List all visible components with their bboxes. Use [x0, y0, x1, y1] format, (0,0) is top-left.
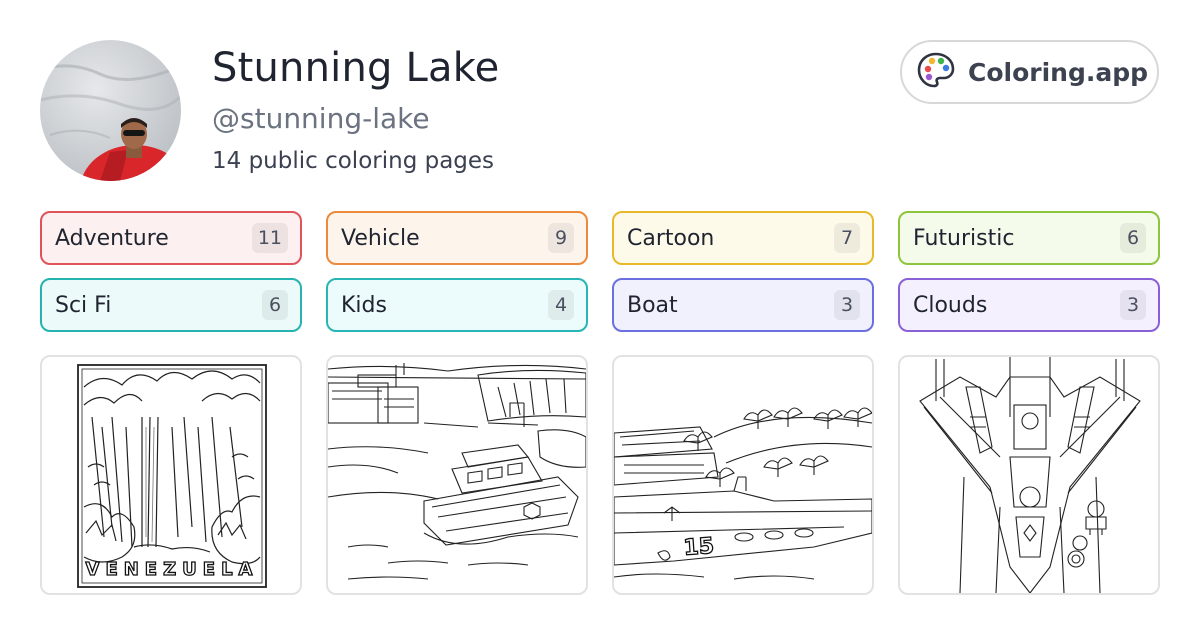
tag-label: Adventure	[55, 225, 169, 251]
tag-count-badge: 6	[262, 290, 288, 320]
tag-clouds[interactable]: Clouds 3	[898, 278, 1160, 332]
tag-label: Clouds	[913, 292, 988, 318]
tag-count-badge: 3	[1120, 290, 1146, 320]
tag-label: Sci Fi	[55, 292, 112, 318]
palette-icon	[916, 50, 956, 94]
spaceship-coloring-page[interactable]	[898, 355, 1160, 595]
boat-harbor-coloring-page[interactable]	[326, 355, 588, 595]
tag-adventure[interactable]: Adventure 11	[40, 211, 302, 265]
tag-label: Kids	[341, 292, 387, 318]
tag-boat[interactable]: Boat 3	[612, 278, 874, 332]
waterfall-illustration: VENEZUELA	[77, 364, 267, 588]
poster-caption: VENEZUELA	[86, 559, 259, 580]
tag-count-badge: 4	[548, 290, 574, 320]
tag-label: Boat	[627, 292, 678, 318]
tag-kids[interactable]: Kids 4	[326, 278, 588, 332]
tag-count-badge: 7	[834, 223, 860, 253]
tag-cartoon[interactable]: Cartoon 7	[612, 211, 874, 265]
hull-number: 15	[683, 534, 715, 561]
tag-count-badge: 9	[548, 223, 574, 253]
coloring-page-gallery: VENEZUELA 15	[40, 355, 1160, 595]
tag-label: Futuristic	[913, 225, 1015, 251]
brand-label: Coloring.app	[968, 57, 1149, 87]
profile-handle[interactable]: @stunning-lake	[212, 102, 499, 136]
profile-header: Stunning Lake @stunning-lake 14 public c…	[212, 44, 499, 176]
tag-count-badge: 3	[834, 290, 860, 320]
tag-list: Adventure 11 Vehicle 9 Cartoon 7 Futuris…	[40, 211, 1160, 332]
tag-count-badge: 6	[1120, 223, 1146, 253]
harbor-boat-illustration	[328, 363, 586, 580]
avatar	[40, 40, 181, 181]
tag-count-badge: 11	[251, 223, 288, 253]
brand-button[interactable]: Coloring.app	[900, 40, 1159, 104]
yacht-illustration: 15	[614, 407, 872, 580]
profile-name: Stunning Lake	[212, 45, 500, 91]
spaceship-illustration	[919, 357, 1141, 593]
yacht-river-coloring-page[interactable]: 15	[612, 355, 874, 595]
tag-futuristic[interactable]: Futuristic 6	[898, 211, 1160, 265]
waterfall-coloring-page[interactable]: VENEZUELA	[40, 355, 302, 595]
tag-label: Cartoon	[627, 225, 715, 251]
tag-label: Vehicle	[341, 225, 420, 251]
tag-sci-fi[interactable]: Sci Fi 6	[40, 278, 302, 332]
profile-pages-count: 14 public coloring pages	[212, 148, 495, 174]
tag-vehicle[interactable]: Vehicle 9	[326, 211, 588, 265]
